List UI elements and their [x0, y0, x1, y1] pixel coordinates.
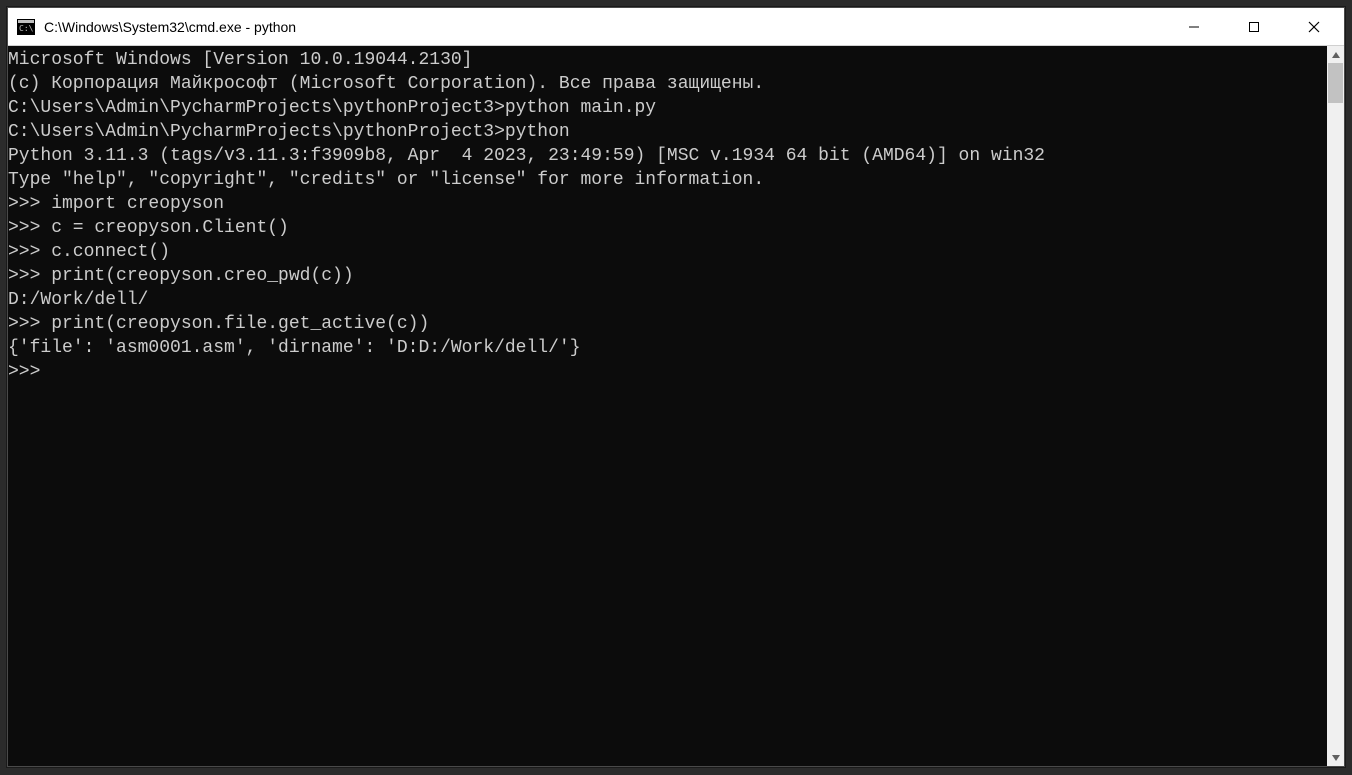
titlebar[interactable]: C:\ C:\Windows\System32\cmd.exe - python — [8, 8, 1344, 46]
window-controls — [1164, 8, 1344, 45]
minimize-button[interactable] — [1164, 8, 1224, 45]
window-title: C:\Windows\System32\cmd.exe - python — [44, 19, 1164, 35]
terminal-line: D:/Work/dell/ — [8, 288, 1327, 312]
terminal-area: Microsoft Windows [Version 10.0.19044.21… — [8, 46, 1344, 766]
cmd-window: C:\ C:\Windows\System32\cmd.exe - python… — [7, 7, 1345, 767]
scroll-up-arrow-icon[interactable] — [1327, 46, 1344, 63]
close-button[interactable] — [1284, 8, 1344, 45]
terminal-line: >>> c = creopyson.Client() — [8, 216, 1327, 240]
terminal-line: Microsoft Windows [Version 10.0.19044.21… — [8, 48, 1327, 72]
terminal-output[interactable]: Microsoft Windows [Version 10.0.19044.21… — [8, 46, 1327, 766]
scrollbar-track[interactable] — [1327, 63, 1344, 749]
terminal-line: C:\Users\Admin\PycharmProjects\pythonPro… — [8, 120, 1327, 144]
terminal-line: Python 3.11.3 (tags/v3.11.3:f3909b8, Apr… — [8, 144, 1327, 168]
terminal-line: >>> — [8, 360, 1327, 384]
svg-text:C:\: C:\ — [19, 24, 34, 33]
terminal-line: (c) Корпорация Майкрософт (Microsoft Cor… — [8, 72, 1327, 96]
cmd-app-icon: C:\ — [16, 17, 36, 37]
terminal-line: >>> import creopyson — [8, 192, 1327, 216]
terminal-line: Type "help", "copyright", "credits" or "… — [8, 168, 1327, 192]
terminal-line: {'file': 'asm0001.asm', 'dirname': 'D:D:… — [8, 336, 1327, 360]
terminal-line: C:\Users\Admin\PycharmProjects\pythonPro… — [8, 96, 1327, 120]
terminal-line: >>> print(creopyson.file.get_active(c)) — [8, 312, 1327, 336]
scroll-down-arrow-icon[interactable] — [1327, 749, 1344, 766]
maximize-button[interactable] — [1224, 8, 1284, 45]
scrollbar-thumb[interactable] — [1328, 63, 1343, 103]
terminal-line: >>> print(creopyson.creo_pwd(c)) — [8, 264, 1327, 288]
vertical-scrollbar[interactable] — [1327, 46, 1344, 766]
terminal-line: >>> c.connect() — [8, 240, 1327, 264]
